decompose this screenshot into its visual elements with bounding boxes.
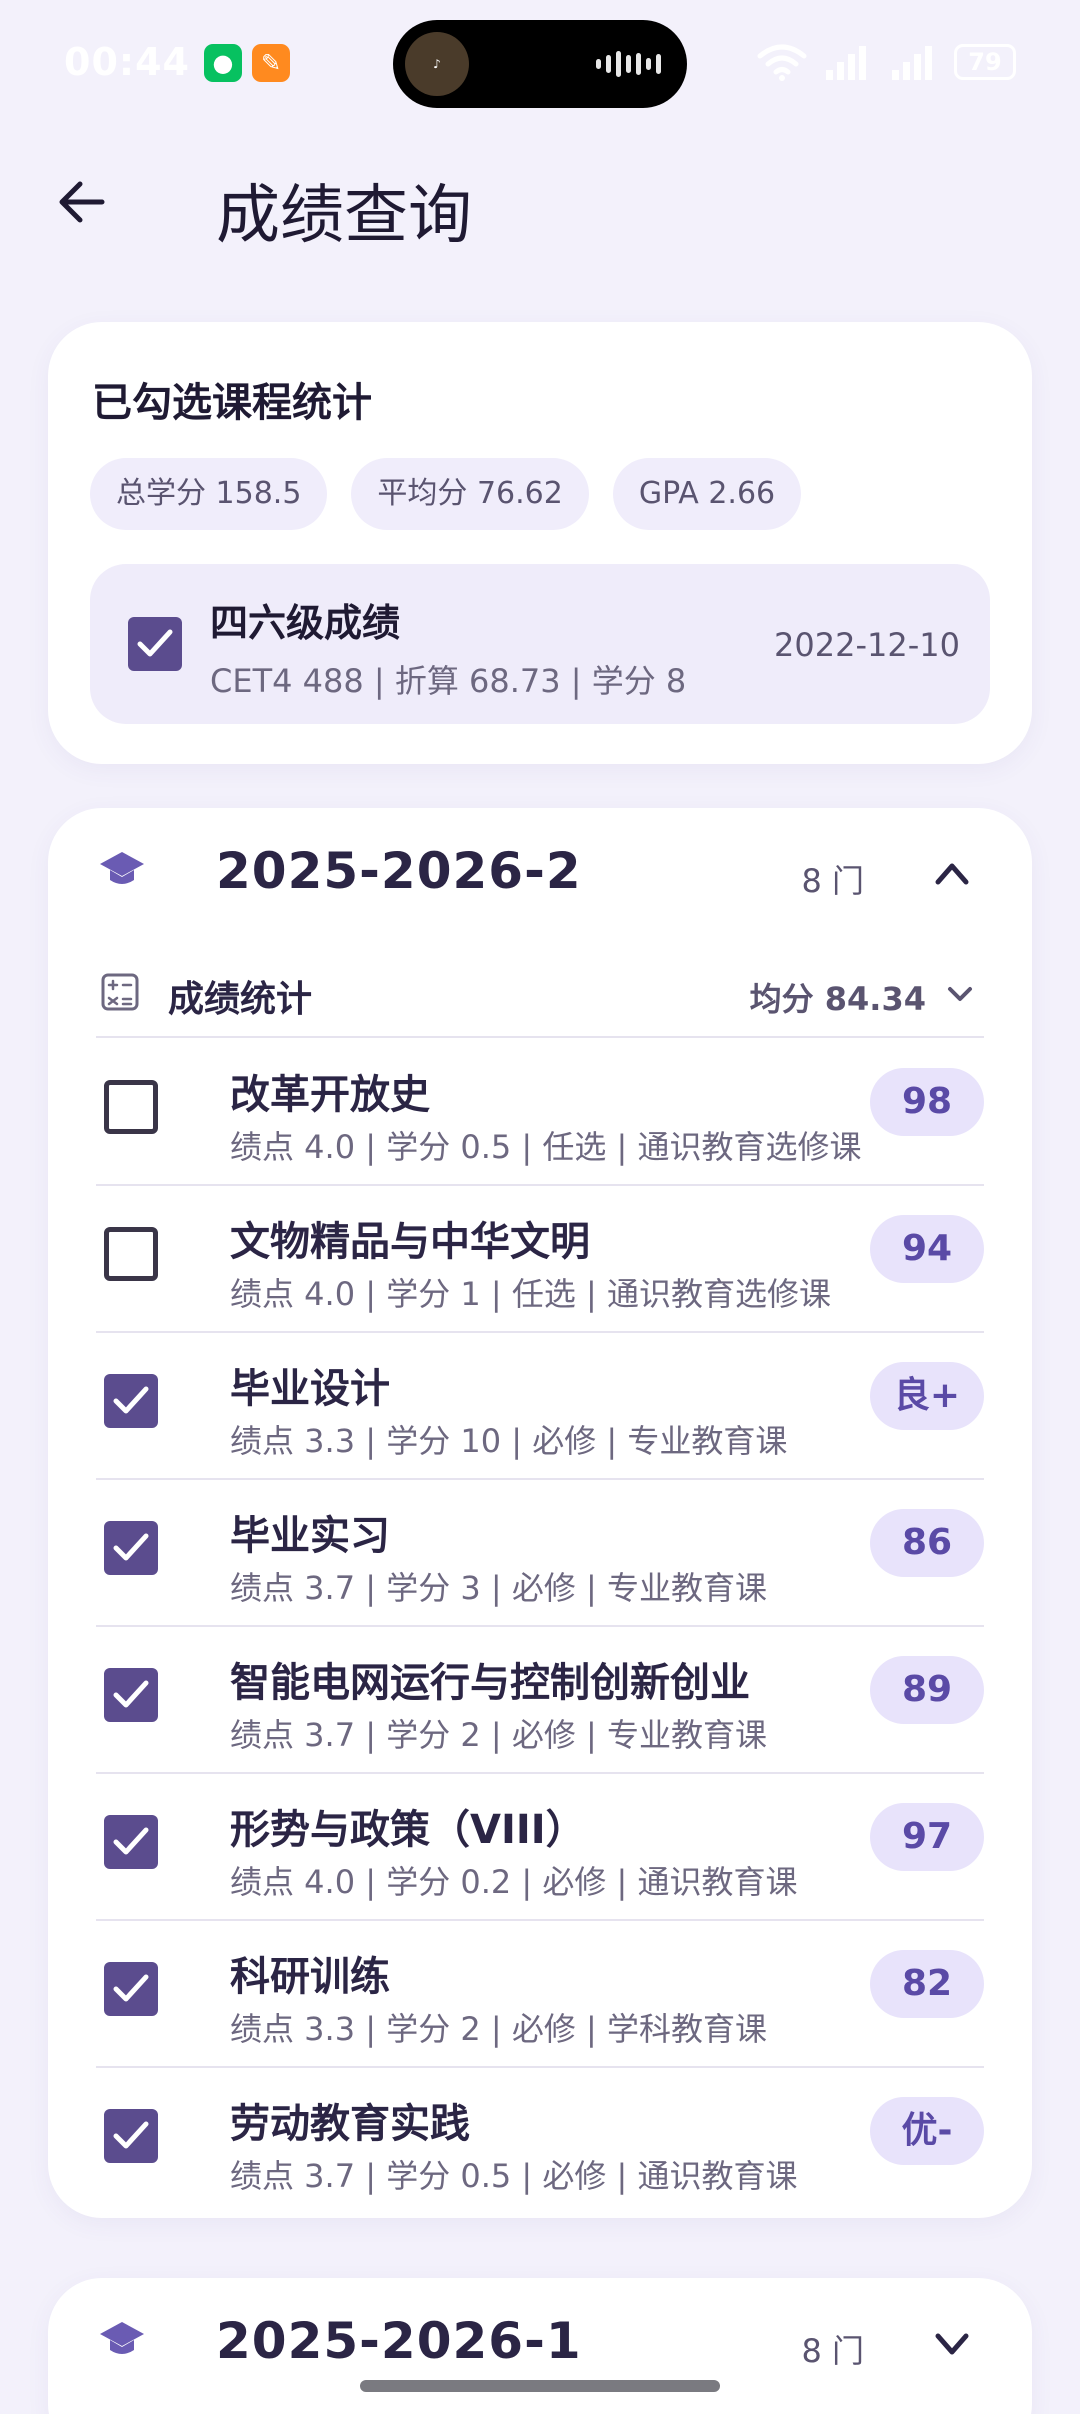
course-checkbox[interactable] <box>104 1521 158 1575</box>
wechat-icon: ● <box>204 44 242 82</box>
summary-title: 已勾选课程统计 <box>92 380 372 426</box>
grade-stats-row[interactable]: 成绩统计 均分 84.34 <box>96 956 984 1038</box>
check-icon <box>113 1827 149 1855</box>
term-course-count: 8 门 <box>801 2332 864 2370</box>
course-checkbox[interactable] <box>104 1374 158 1428</box>
score-badge: 97 <box>870 1803 984 1871</box>
home-indicator[interactable] <box>360 2380 720 2392</box>
audio-wave-icon <box>596 50 661 78</box>
signal-icon <box>826 46 866 80</box>
course-checkbox[interactable] <box>104 1227 158 1281</box>
app-notification-icon: ✎ <box>252 44 290 82</box>
calculator-icon <box>101 973 139 1011</box>
course-meta: 绩点 4.0 | 学分 0.2 | 必修 | 通识教育课 <box>230 1863 798 1901</box>
course-row[interactable]: 形势与政策（VIII） 绩点 4.0 | 学分 0.2 | 必修 | 通识教育课… <box>96 1775 984 1921</box>
wifi-icon <box>757 44 807 81</box>
course-checkbox[interactable] <box>104 1668 158 1722</box>
cet-date: 2022-12-10 <box>774 626 960 664</box>
course-row[interactable]: 毕业实习 绩点 3.7 | 学分 3 | 必修 | 专业教育课 86 <box>96 1481 984 1627</box>
stats-label: 成绩统计 <box>168 979 313 1020</box>
score-badge: 94 <box>870 1215 984 1283</box>
course-row[interactable]: 改革开放史 绩点 4.0 | 学分 0.5 | 任选 | 通识教育选修课 98 <box>96 1040 984 1186</box>
course-name: 文物精品与中华文明 <box>230 1219 590 1265</box>
course-meta: 绩点 3.3 | 学分 2 | 必修 | 学科教育课 <box>230 2010 767 2048</box>
album-art-icon: ♪ <box>405 32 469 96</box>
course-name: 毕业实习 <box>230 1513 390 1559</box>
course-meta: 绩点 4.0 | 学分 1 | 任选 | 通识教育选修课 <box>230 1275 831 1313</box>
course-name: 科研训练 <box>230 1954 390 2000</box>
score-badge: 82 <box>870 1950 984 2018</box>
course-checkbox[interactable] <box>104 2109 158 2163</box>
status-bar: 00:44 ● ✎ ♪ 79 <box>0 0 1080 130</box>
check-icon <box>113 1386 149 1414</box>
course-meta: 绩点 3.7 | 学分 3 | 必修 | 专业教育课 <box>230 1569 767 1607</box>
cet-score-item[interactable]: 四六级成绩 CET4 488 | 折算 68.73 | 学分 8 2022-12… <box>90 564 990 724</box>
gpa-chip: GPA 2.66 <box>612 458 802 530</box>
term-title: 2025-2026-2 <box>216 842 582 900</box>
score-badge: 89 <box>870 1656 984 1724</box>
summary-chips: 总学分 158.5 平均分 76.62 GPA 2.66 <box>90 458 802 530</box>
score-badge: 98 <box>870 1068 984 1136</box>
cet-subtitle: CET4 488 | 折算 68.73 | 学分 8 <box>210 662 687 700</box>
stats-average: 均分 84.34 <box>749 980 926 1018</box>
course-checkbox[interactable] <box>104 1080 158 1134</box>
course-name: 智能电网运行与控制创新创业 <box>230 1660 750 1706</box>
selected-courses-summary-card: 已勾选课程统计 总学分 158.5 平均分 76.62 GPA 2.66 四六级… <box>48 322 1032 764</box>
course-meta: 绩点 3.7 | 学分 2 | 必修 | 专业教育课 <box>230 1716 767 1754</box>
score-badge: 优- <box>870 2097 984 2165</box>
course-row[interactable]: 毕业设计 绩点 3.3 | 学分 10 | 必修 | 专业教育课 良+ <box>96 1334 984 1480</box>
term-card: 2025-2026-2 8 门 成绩统计 均分 84.34 改革开放史 绩点 4… <box>48 808 1032 2218</box>
status-time: 00:44 <box>64 40 190 84</box>
chevron-down-icon[interactable] <box>932 2324 972 2364</box>
battery-icon: 79 <box>954 44 1016 80</box>
status-indicators: 79 <box>756 42 1016 82</box>
check-icon <box>113 1680 149 1708</box>
back-arrow-icon[interactable] <box>52 170 116 234</box>
total-credits-chip: 总学分 158.5 <box>90 458 328 530</box>
graduation-cap-icon <box>100 2322 144 2354</box>
signal-icon-2 <box>892 46 932 80</box>
course-name: 改革开放史 <box>230 1072 430 1118</box>
course-row[interactable]: 科研训练 绩点 3.3 | 学分 2 | 必修 | 学科教育课 82 <box>96 1922 984 2068</box>
term-title: 2025-2026-1 <box>216 2312 582 2370</box>
score-badge: 良+ <box>870 1362 984 1430</box>
course-checkbox[interactable] <box>104 1815 158 1869</box>
graduation-cap-icon <box>100 852 144 884</box>
course-row[interactable]: 文物精品与中华文明 绩点 4.0 | 学分 1 | 任选 | 通识教育选修课 9… <box>96 1187 984 1333</box>
check-icon <box>113 2121 149 2149</box>
term-card-collapsed[interactable]: 2025-2026-1 8 门 <box>48 2278 1032 2414</box>
course-name: 劳动教育实践 <box>230 2101 470 2147</box>
cet-title: 四六级成绩 <box>210 601 401 645</box>
course-row[interactable]: 劳动教育实践 绩点 3.7 | 学分 0.5 | 必修 | 通识教育课 优- <box>96 2069 984 2215</box>
course-meta: 绩点 4.0 | 学分 0.5 | 任选 | 通识教育选修课 <box>230 1128 862 1166</box>
check-icon <box>113 1974 149 2002</box>
course-meta: 绩点 3.3 | 学分 10 | 必修 | 专业教育课 <box>230 1422 788 1460</box>
average-score-chip: 平均分 76.62 <box>351 458 589 530</box>
course-name: 形势与政策（VIII） <box>230 1807 586 1853</box>
course-checkbox[interactable] <box>104 1962 158 2016</box>
chevron-down-icon[interactable] <box>944 978 976 1010</box>
chevron-up-icon[interactable] <box>932 854 972 894</box>
course-meta: 绩点 3.7 | 学分 0.5 | 必修 | 通识教育课 <box>230 2157 798 2195</box>
term-course-count: 8 门 <box>801 862 864 900</box>
course-name: 毕业设计 <box>230 1366 390 1412</box>
score-badge: 86 <box>870 1509 984 1577</box>
course-row[interactable]: 智能电网运行与控制创新创业 绩点 3.7 | 学分 2 | 必修 | 专业教育课… <box>96 1628 984 1774</box>
check-icon <box>137 629 173 657</box>
page-title: 成绩查询 <box>216 179 472 253</box>
check-icon <box>113 1533 149 1561</box>
cet-checkbox[interactable] <box>128 617 182 671</box>
dynamic-island[interactable]: ♪ <box>393 20 687 108</box>
